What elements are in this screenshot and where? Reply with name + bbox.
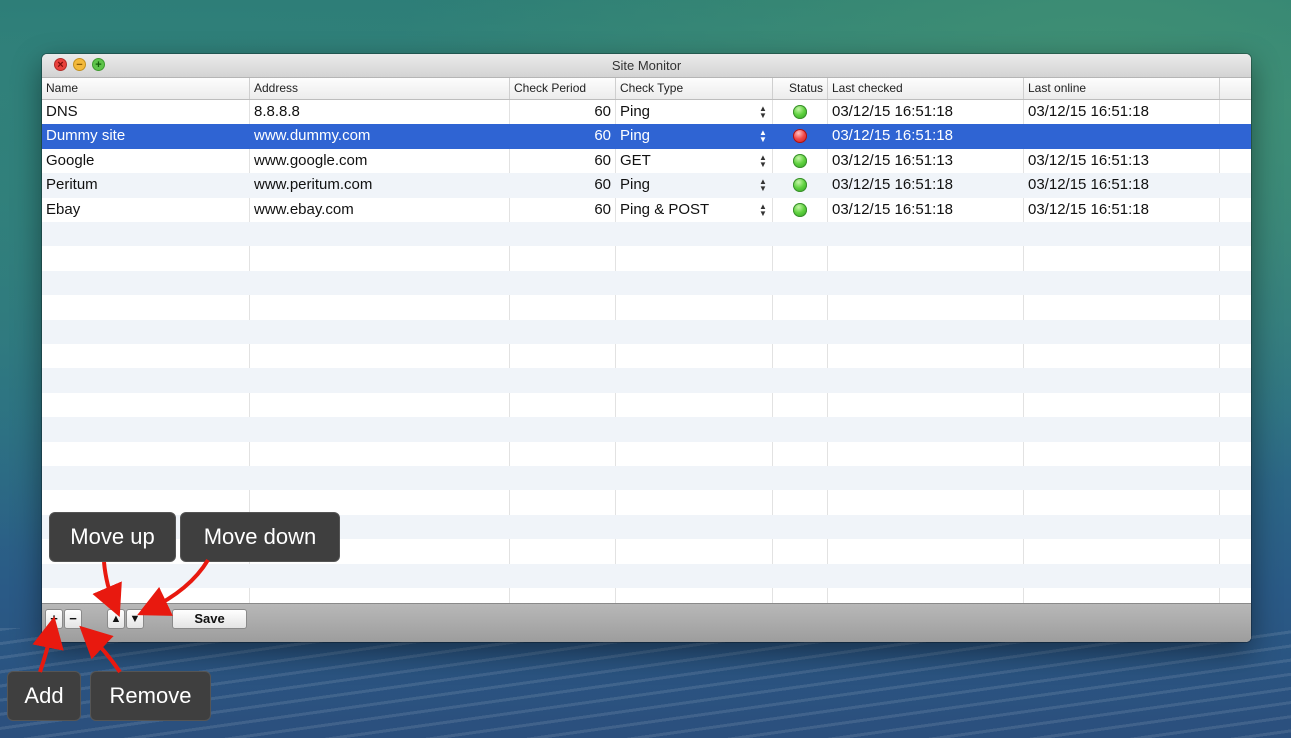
annotation-arrows	[32, 558, 210, 674]
